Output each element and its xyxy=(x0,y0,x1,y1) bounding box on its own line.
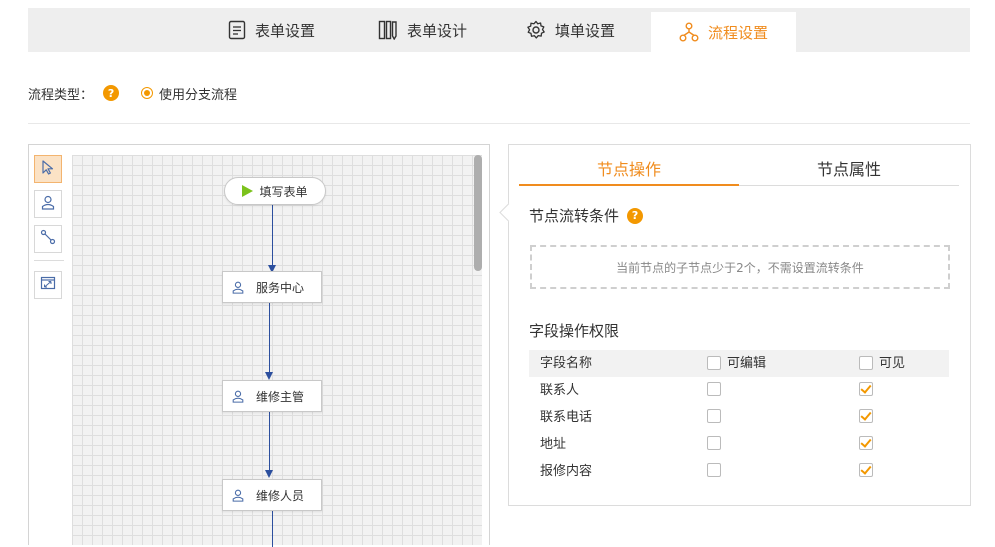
flow-designer: 填写表单 服务中心 维修主管 维修人员 xyxy=(28,144,490,547)
user-icon xyxy=(231,280,247,294)
condition-section: 节点流转条件 ? xyxy=(529,205,644,226)
perm-section: 字段操作权限 xyxy=(529,320,619,341)
top-tab-bar: 表单设置 表单设计 填单设置 流程设置 xyxy=(28,8,970,52)
tab-node-operations[interactable]: 节点操作 xyxy=(519,155,739,186)
node-label: 服务中心 xyxy=(255,280,304,295)
table-header: 字段名称 可编辑 可见 xyxy=(529,350,949,377)
toolbox-separator xyxy=(34,260,64,261)
process-type-row: 流程类型： ? 使用分支流程 xyxy=(28,84,237,103)
permission-table: 字段名称 可编辑 可见 联系人 联系电话 地址 报修内容 xyxy=(529,350,949,485)
table-row: 地址 xyxy=(529,431,949,458)
visible-checkbox[interactable] xyxy=(859,382,873,396)
connector-tool[interactable] xyxy=(34,225,62,253)
tab-form-settings[interactable]: 表单设置 xyxy=(228,8,315,52)
branch-flow-label[interactable]: 使用分支流程 xyxy=(159,84,237,103)
task-node[interactable]: 维修人员 xyxy=(222,479,322,511)
flow-edge[interactable] xyxy=(272,507,273,547)
header-visible: 可见 xyxy=(879,356,906,371)
pointer-icon xyxy=(40,159,56,179)
toolbox xyxy=(34,155,66,306)
editable-checkbox[interactable] xyxy=(707,463,721,477)
help-icon[interactable]: ? xyxy=(103,85,120,101)
tab-fill-settings[interactable]: 填单设置 xyxy=(526,8,615,52)
tab-label: 表单设置 xyxy=(255,21,316,40)
field-name: 联系电话 xyxy=(540,410,593,425)
form-design-icon xyxy=(378,20,398,40)
table-row: 联系人 xyxy=(529,377,949,404)
editable-checkbox[interactable] xyxy=(707,409,721,423)
node-panel: 节点操作 节点属性 节点流转条件 ? 当前节点的子节点少于2个，不需设置流转条件… xyxy=(499,144,971,506)
connector-icon xyxy=(40,229,56,249)
user-node-icon xyxy=(40,194,56,214)
perm-title: 字段操作权限 xyxy=(529,322,620,340)
user-icon xyxy=(231,389,247,403)
user-node-tool[interactable] xyxy=(34,190,62,218)
select-tool[interactable] xyxy=(34,155,62,183)
flow-edge[interactable] xyxy=(269,301,270,372)
tab-form-design[interactable]: 表单设计 xyxy=(378,8,467,52)
branch-flow-radio[interactable] xyxy=(141,87,154,99)
visible-checkbox[interactable] xyxy=(859,409,873,423)
field-name: 联系人 xyxy=(540,383,580,398)
tab-label: 流程设置 xyxy=(707,23,768,42)
canvas-scrollbar[interactable] xyxy=(474,155,482,271)
help-icon[interactable]: ? xyxy=(627,207,644,224)
header-field-name: 字段名称 xyxy=(540,356,593,371)
divider xyxy=(28,123,970,124)
fit-view-icon xyxy=(40,275,56,295)
task-node[interactable]: 维修主管 xyxy=(222,380,322,412)
flow-canvas[interactable]: 填写表单 服务中心 维修主管 维修人员 xyxy=(72,155,482,547)
field-name: 地址 xyxy=(540,437,567,452)
play-icon xyxy=(242,185,254,197)
select-all-visible-checkbox[interactable] xyxy=(859,356,873,370)
table-row: 联系电话 xyxy=(529,404,949,431)
visible-checkbox[interactable] xyxy=(859,436,873,450)
table-row: 报修内容 xyxy=(529,458,949,485)
flow-edge[interactable] xyxy=(269,410,270,470)
task-node[interactable]: 服务中心 xyxy=(222,271,322,303)
condition-title: 节点流转条件 xyxy=(529,207,620,225)
panel-tabs: 节点操作 节点属性 xyxy=(519,155,959,186)
start-node[interactable]: 填写表单 xyxy=(224,177,326,205)
tab-node-properties[interactable]: 节点属性 xyxy=(739,155,959,185)
user-icon xyxy=(231,488,247,502)
flow-icon xyxy=(679,22,699,42)
tab-label: 填单设置 xyxy=(555,21,616,40)
process-type-label: 流程类型： xyxy=(28,87,94,103)
editable-checkbox[interactable] xyxy=(707,436,721,450)
node-label: 维修人员 xyxy=(255,488,304,503)
tab-flow-settings[interactable]: 流程设置 xyxy=(651,12,796,52)
header-editable: 可编辑 xyxy=(727,356,767,371)
form-settings-icon xyxy=(228,20,246,40)
select-all-editable-checkbox[interactable] xyxy=(707,356,721,370)
visible-checkbox[interactable] xyxy=(859,463,873,477)
flow-edge[interactable] xyxy=(272,203,273,265)
field-name: 报修内容 xyxy=(540,464,593,479)
tab-label: 表单设计 xyxy=(407,21,468,40)
edge-arrow xyxy=(265,372,273,380)
fit-view-tool[interactable] xyxy=(34,271,62,299)
node-label: 填写表单 xyxy=(259,184,308,199)
panel-pointer xyxy=(499,203,518,222)
editable-checkbox[interactable] xyxy=(707,382,721,396)
node-label: 维修主管 xyxy=(255,389,304,404)
condition-placeholder: 当前节点的子节点少于2个，不需设置流转条件 xyxy=(530,245,950,289)
condition-hint: 当前节点的子节点少于2个，不需设置流转条件 xyxy=(616,260,864,275)
edge-arrow xyxy=(265,470,273,478)
gear-icon xyxy=(526,20,546,40)
